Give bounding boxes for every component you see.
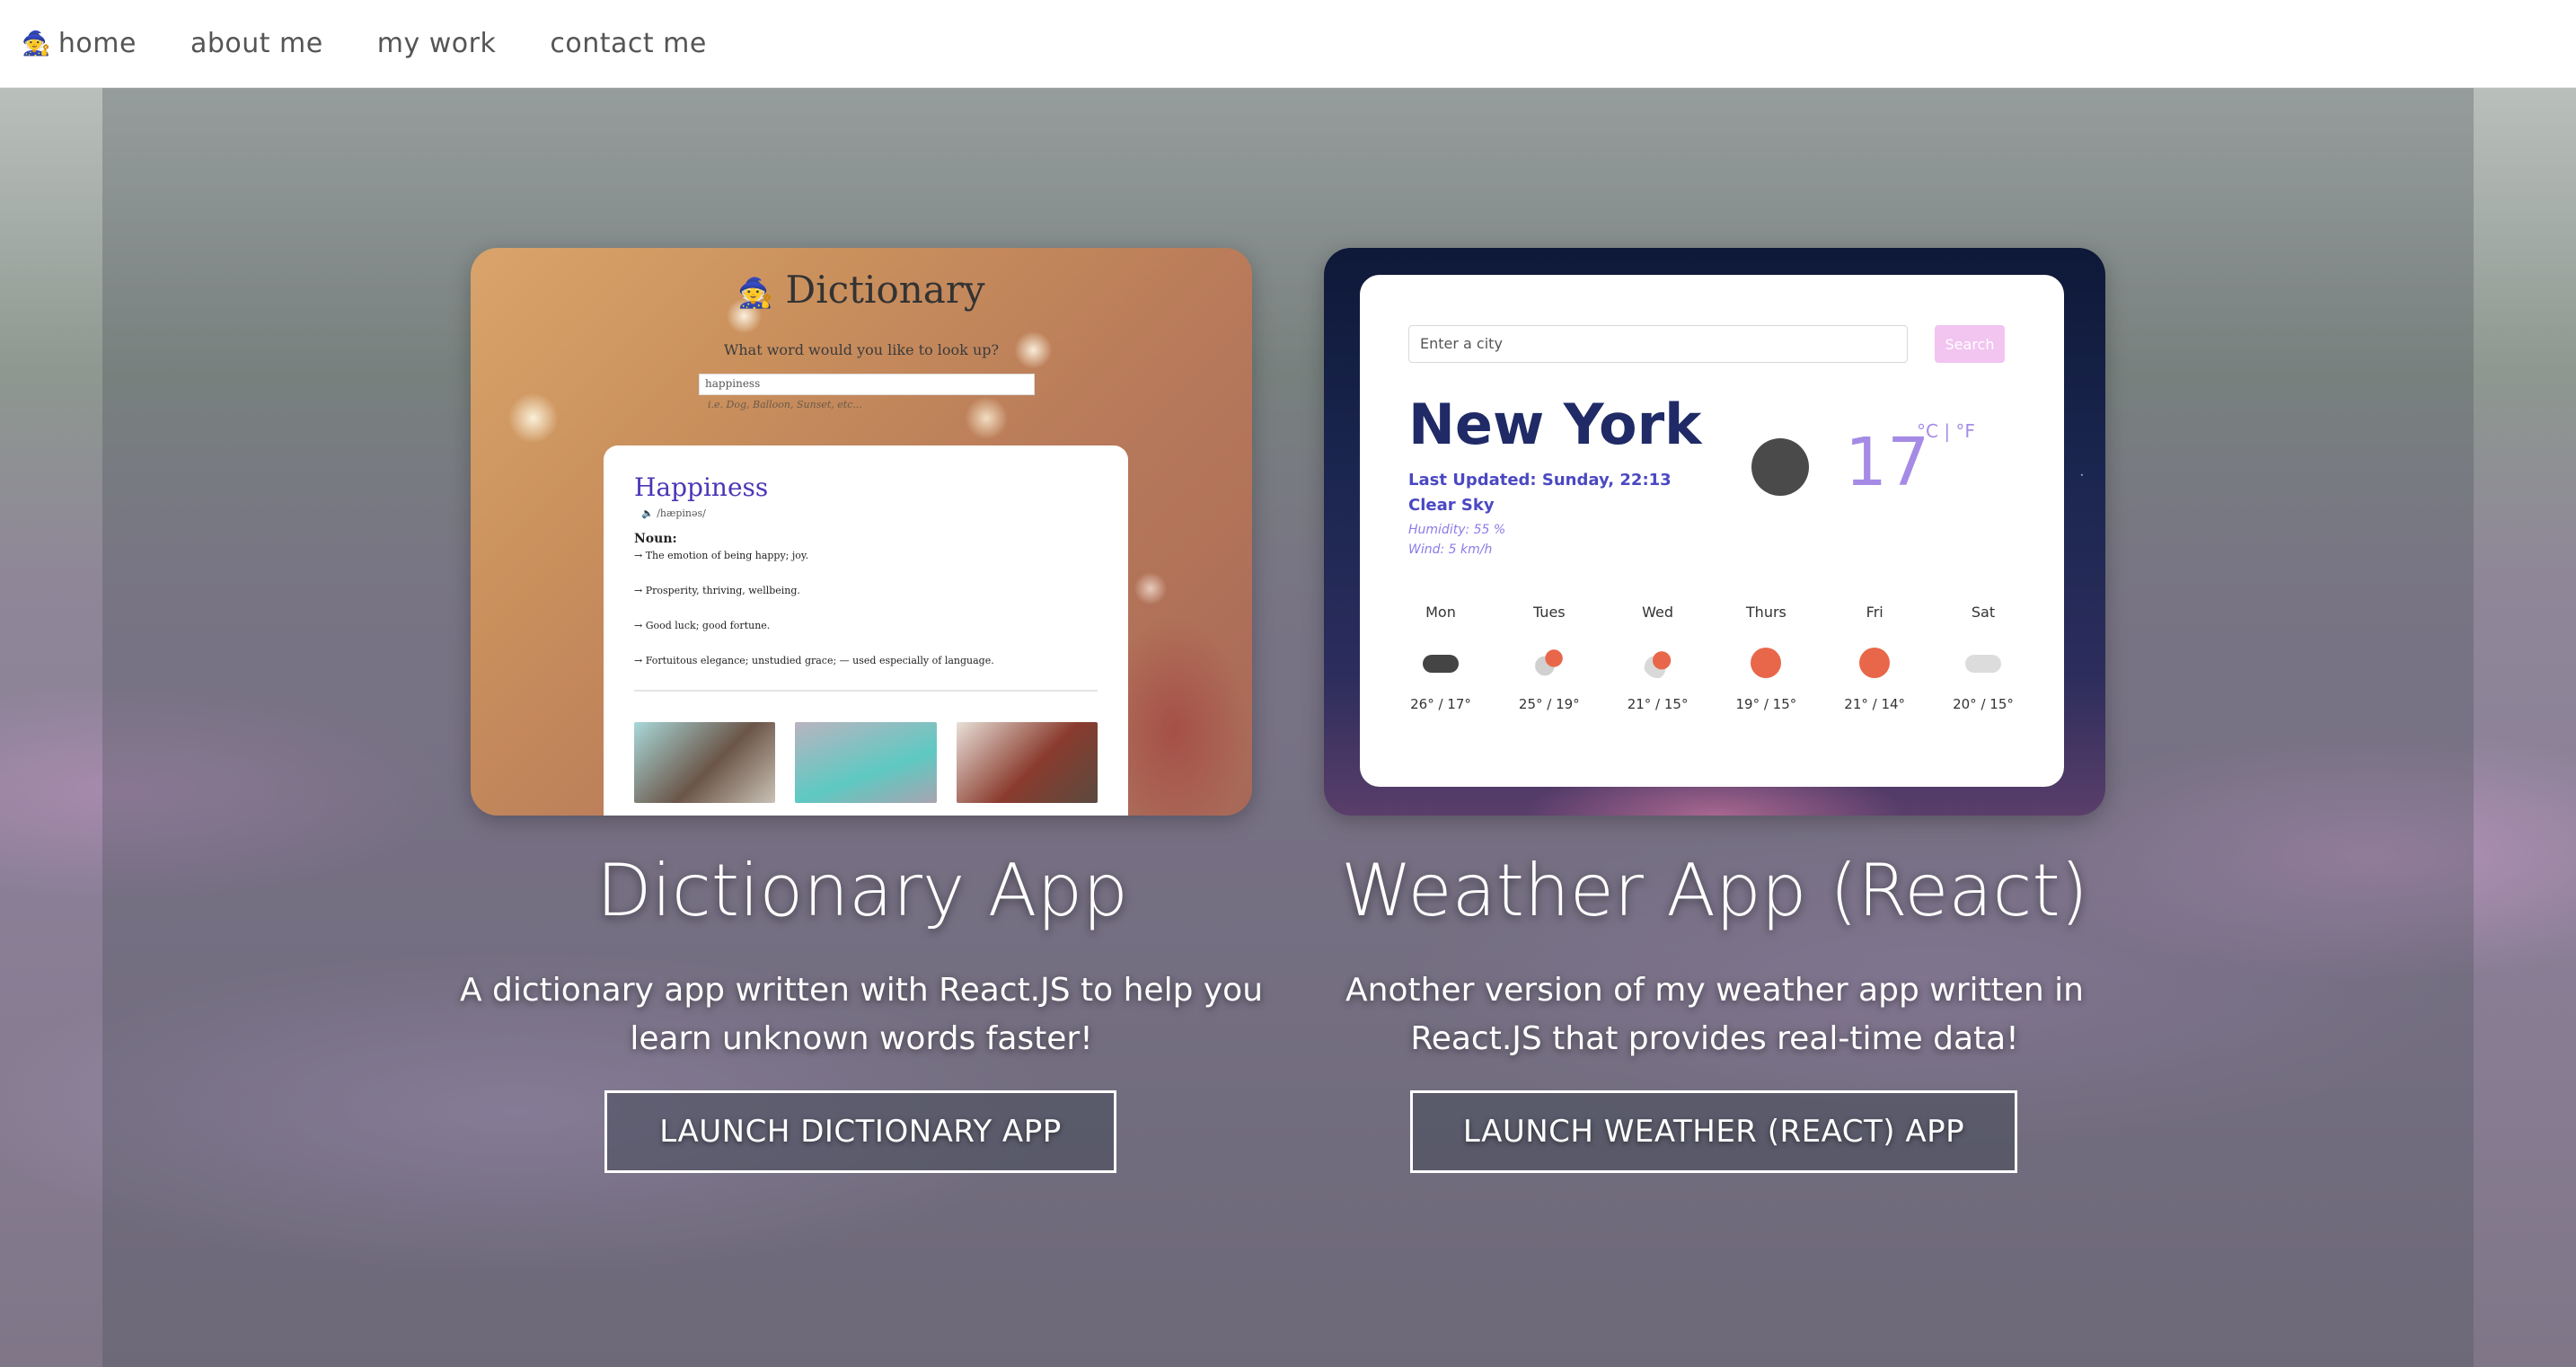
- weather-preview-humidity: Humidity: 55 %: [1408, 523, 1506, 537]
- cloud-sun-icon: [1642, 648, 1673, 678]
- weather-app-description: Another version of my weather app writte…: [1345, 972, 2084, 1057]
- launch-dictionary-app-button[interactable]: LAUNCH DICTIONARY APP: [604, 1090, 1116, 1173]
- nav-work-link[interactable]: my work: [377, 28, 497, 59]
- forecast-day: Thurs 19° / 15°: [1721, 604, 1811, 712]
- weather-preview-search-button: Search: [1935, 325, 2005, 363]
- forecast-day: Tues 25° / 19°: [1504, 604, 1594, 712]
- weather-preview-condition: Clear Sky: [1408, 496, 1495, 515]
- weather-app-title: Weather App (React): [1341, 849, 2088, 932]
- moon-icon: [1751, 438, 1809, 496]
- weather-preview-wind: Wind: 5 km/h: [1408, 542, 1493, 557]
- forecast-day-range: 19° / 15°: [1735, 696, 1797, 712]
- weather-preview-forecast: Mon 26° / 17° Tues 25° / 19° Wed 21° / 1…: [1396, 604, 2028, 712]
- weather-preview-city: New York: [1408, 392, 1702, 457]
- dictionary-preview-result: Happiness 🔈 /hæpinəs/ Noun: → The emotio…: [604, 445, 1128, 816]
- forecast-day: Fri 21° / 14°: [1830, 604, 1919, 712]
- forecast-day-name: Tues: [1532, 604, 1566, 621]
- forecast-day-name: Mon: [1425, 604, 1456, 621]
- forecast-day-range: 21° / 15°: [1627, 696, 1689, 712]
- weather-preview-units: °C | °F: [1917, 420, 1975, 442]
- forecast-day-range: 20° / 15°: [1953, 696, 2014, 712]
- dictionary-preview-phonetic: 🔈 /hæpinəs/: [641, 507, 706, 519]
- dictionary-preview-title: 🧙 Dictionary: [737, 268, 985, 312]
- sun-icon: [1751, 648, 1782, 678]
- dictionary-preview-pos: Noun:: [634, 532, 677, 546]
- divider: [634, 690, 1098, 692]
- launch-weather-app-button[interactable]: LAUNCH WEATHER (REACT) APP: [1410, 1090, 2017, 1173]
- dictionary-preview-definition: → Prosperity, thriving, wellbeing.: [634, 585, 800, 596]
- forecast-day-name: Wed: [1642, 604, 1674, 621]
- weather-preview-city-input: Enter a city: [1408, 325, 1908, 363]
- photo-thumbnail: [956, 722, 1098, 803]
- forecast-day: Wed 21° / 15°: [1613, 604, 1703, 712]
- content-overlay: [102, 88, 2474, 1367]
- forecast-day-range: 26° / 17°: [1410, 696, 1471, 712]
- dictionary-preview-word: Happiness: [634, 472, 769, 502]
- dictionary-preview-question: What word would you like to look up?: [723, 341, 1000, 358]
- nav-about-link[interactable]: about me: [190, 28, 323, 59]
- nav-home-link[interactable]: 🧙 home: [22, 28, 137, 59]
- weather-preview-updated: Last Updated: Sunday, 22:13: [1408, 471, 1672, 489]
- forecast-day-range: 21° / 14°: [1844, 696, 1906, 712]
- photo-thumbnail: [634, 722, 776, 803]
- forecast-day: Mon 26° / 17°: [1396, 604, 1486, 712]
- sun-icon: [1859, 648, 1891, 678]
- dictionary-app-description: A dictionary app written with React.JS t…: [459, 972, 1264, 1057]
- weather-app-screenshot[interactable]: Enter a city Search New York Last Update…: [1324, 248, 2105, 816]
- dictionary-app-screenshot[interactable]: 🧙 Dictionary What word would you like to…: [471, 248, 1252, 816]
- forecast-day-name: Sat: [1971, 604, 1996, 621]
- dictionary-preview-definition: → Good luck; good fortune.: [634, 620, 771, 631]
- forecast-day-name: Thurs: [1745, 604, 1786, 621]
- cloud-icon: [1964, 655, 2001, 673]
- dictionary-preview-photos: [634, 722, 1098, 803]
- nav-home-label: home: [57, 28, 137, 59]
- dictionary-preview-definition: → Fortuitous elegance; unstudied grace; …: [634, 655, 994, 666]
- dictionary-app-title: Dictionary App: [595, 849, 1129, 932]
- weather-preview-panel: Enter a city Search New York Last Update…: [1360, 275, 2064, 787]
- dictionary-preview-definition: → The emotion of being happy; joy.: [634, 550, 809, 561]
- photo-thumbnail: [795, 722, 937, 803]
- dictionary-preview-hint: i.e. Dog, Balloon, Sunset, etc...: [708, 399, 862, 410]
- forecast-day-range: 25° / 19°: [1518, 696, 1580, 712]
- forecast-day-name: Fri: [1866, 604, 1883, 621]
- cloud-icon: [1423, 655, 1459, 673]
- wizard-icon: 🧙: [22, 30, 51, 57]
- forecast-day: Sat 20° / 15°: [1938, 604, 2028, 712]
- wizard-icon: 🧙: [737, 276, 774, 310]
- rain-sun-icon: [1533, 648, 1565, 678]
- dictionary-preview-input: happiness: [699, 374, 1035, 395]
- nav-contact-link[interactable]: contact me: [550, 28, 706, 59]
- top-nav: 🧙 home about me my work contact me: [0, 0, 2576, 88]
